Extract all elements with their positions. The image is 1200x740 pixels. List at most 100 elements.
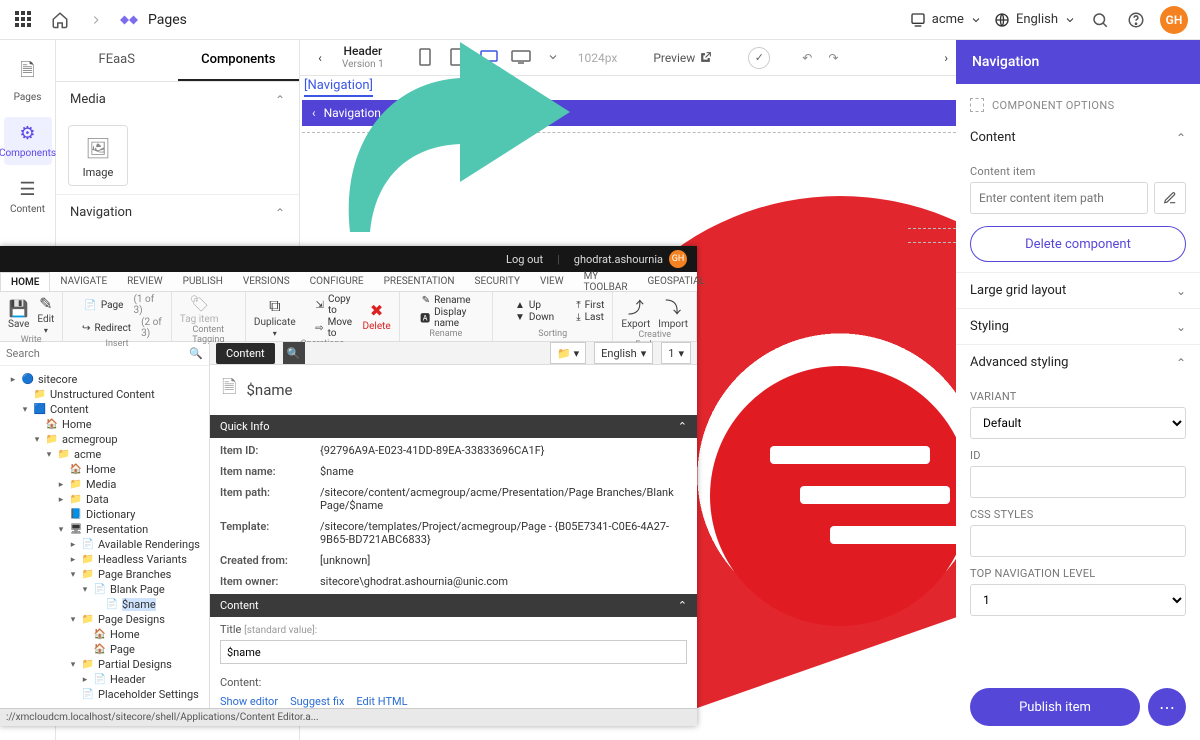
publish-more-button[interactable]: ⋯ <box>1148 688 1186 726</box>
sort-down[interactable]: ▼ Down <box>501 312 554 323</box>
tree-node[interactable]: 📄Placeholder Settings <box>4 687 209 702</box>
ribbon-tab-review[interactable]: REVIEW <box>117 272 173 291</box>
show-editor-link[interactable]: Show editor <box>220 695 278 708</box>
section-head-navigation[interactable]: Navigation ⌃ <box>56 194 299 230</box>
tree-node[interactable]: ▸📄Header <box>4 672 209 687</box>
rename-button[interactable]: ✎ Rename <box>408 295 484 306</box>
rail-item-content[interactable]: ☰ Content <box>4 173 52 221</box>
tree-node[interactable]: ▾🖥Presentation <box>4 522 209 537</box>
tree-node[interactable]: 🏠Page <box>4 642 209 657</box>
tab-components[interactable]: Components <box>178 40 300 81</box>
delete-component-button[interactable]: Delete component <box>970 226 1186 262</box>
ce-version-drop[interactable]: 1 ▾ <box>661 342 691 364</box>
ribbon-tab-view[interactable]: VIEW <box>530 272 574 291</box>
preview-button[interactable]: Preview <box>653 51 712 65</box>
ribbon-tab-presentation[interactable]: PRESENTATION <box>374 272 465 291</box>
ce-lang-drop[interactable]: English ▾ <box>594 342 653 364</box>
logout-link[interactable]: Log out <box>506 253 543 266</box>
tree-node[interactable]: 📄$name <box>4 597 209 612</box>
tag-item-button[interactable]: 🏷Tag item <box>180 294 219 325</box>
tree-node[interactable]: ▾📁Page Designs <box>4 612 209 627</box>
pick-content-item-button[interactable] <box>1154 182 1186 214</box>
site-selector[interactable]: acme <box>910 12 982 28</box>
ce-content-tab[interactable]: Content <box>216 343 275 364</box>
tree-node[interactable]: 🏠Home <box>4 627 209 642</box>
tree-node[interactable]: ▸📁Headless Variants <box>4 552 209 567</box>
tree-node[interactable]: ▾📁Partial Designs <box>4 657 209 672</box>
undo-icon[interactable]: ↶ <box>802 51 812 65</box>
search-icon[interactable] <box>1088 8 1112 32</box>
top-nav-level-select[interactable]: 1 <box>970 584 1186 616</box>
tab-feaas[interactable]: FEaaS <box>56 40 178 81</box>
import-button[interactable]: ⤵Import <box>658 294 688 330</box>
help-icon[interactable] <box>1124 8 1148 32</box>
rail-item-pages[interactable]: 🗎 Pages <box>4 52 52 109</box>
language-selector[interactable]: English <box>994 12 1076 28</box>
acc-styling[interactable]: Styling ⌄ <box>956 308 1200 344</box>
ce-content-head[interactable]: Content ⌃ <box>210 594 697 617</box>
acc-content[interactable]: Content ⌃ <box>956 120 1200 155</box>
section-head-media[interactable]: Media ⌃ <box>56 82 299 117</box>
ce-title-input[interactable] <box>220 640 687 664</box>
tree-node[interactable]: ▾🟦Content <box>4 402 209 417</box>
duplicate-button[interactable]: ⧉Duplicate▾ <box>254 296 296 338</box>
ribbon-tab-home[interactable]: HOME <box>0 272 50 291</box>
tree-node[interactable]: ▾📄Blank Page <box>4 582 209 597</box>
search-icon[interactable]: 🔍 <box>189 347 203 360</box>
ribbon-tab-configure[interactable]: CONFIGURE <box>300 272 374 291</box>
nav-next-icon[interactable]: › <box>944 51 948 65</box>
id-input[interactable] <box>970 466 1186 498</box>
ribbon-tab-publish[interactable]: PUBLISH <box>173 272 233 291</box>
tree-node[interactable]: ▾📁acmegroup <box>4 432 209 447</box>
variant-select[interactable]: Default <box>970 407 1186 439</box>
user-avatar[interactable]: GH <box>1160 6 1188 34</box>
home-icon[interactable] <box>48 8 72 32</box>
content-item-input[interactable] <box>970 182 1148 214</box>
suggest-fix-link[interactable]: Suggest fix <box>290 695 344 708</box>
sort-first[interactable]: ⤒ First <box>562 300 604 311</box>
tree-node[interactable]: ▸📁Media <box>4 477 209 492</box>
redo-icon[interactable]: ↷ <box>828 51 838 65</box>
css-styles-input[interactable] <box>970 525 1186 557</box>
ribbon-tab-navigate[interactable]: NAVIGATE <box>50 272 117 291</box>
delete-button[interactable]: ✖Delete <box>363 301 391 332</box>
tree-node[interactable]: 📁Unstructured Content <box>4 387 209 402</box>
app-launcher-icon[interactable] <box>12 8 36 32</box>
insert-page[interactable]: 📄 Page(1 of 3) <box>71 294 162 316</box>
rail-item-components[interactable]: ⚙ Components <box>4 117 52 165</box>
ce-search-tab[interactable]: 🔍 <box>283 342 305 364</box>
sort-last[interactable]: ⤓ Last <box>562 312 604 323</box>
ce-user[interactable]: ghodrat.ashournia GH <box>574 250 687 268</box>
save-button[interactable]: 💾Save <box>8 299 29 330</box>
export-button[interactable]: ⤴Export <box>621 294 650 330</box>
tree-node[interactable]: ▾📁Page Branches <box>4 567 209 582</box>
ribbon-tab-geospatial[interactable]: GEOSPATIAL <box>638 272 716 291</box>
move-to-button[interactable]: ⇨ Move to <box>304 317 355 339</box>
ce-folder-drop[interactable]: 📁 ▾ <box>550 342 586 364</box>
display-name-button[interactable]: 🅰 Display name <box>408 307 484 329</box>
publish-button[interactable]: Publish item <box>970 688 1140 726</box>
ce-tree[interactable]: ▸🔵sitecore📁Unstructured Content▾🟦Content… <box>0 366 209 708</box>
tree-node[interactable]: ▸📄Available Renderings <box>4 537 209 552</box>
copy-to-button[interactable]: ⇲ Copy to <box>304 294 355 316</box>
ribbon-tab-versions[interactable]: VERSIONS <box>233 272 300 291</box>
ribbon-tab-my-toolbar[interactable]: MY TOOLBAR <box>574 272 638 291</box>
tree-node[interactable]: 🏠Home <box>4 417 209 432</box>
sort-up[interactable]: ▲ Up <box>501 300 554 311</box>
acc-advanced-styling[interactable]: Advanced styling ⌃ <box>956 344 1200 380</box>
tree-node[interactable]: 🏠Home <box>4 462 209 477</box>
rg-operations: ⧉Duplicate▾ ⇲ Copy to ⇨ Move to ✖Delete … <box>246 292 400 341</box>
ce-quick-info-head[interactable]: Quick Info ⌃ <box>210 415 697 438</box>
tree-node[interactable]: ▾📁acme <box>4 447 209 462</box>
edit-button[interactable]: ✎Edit▾ <box>37 294 54 335</box>
ce-search-input[interactable] <box>6 347 183 360</box>
insert-redirect[interactable]: ↪ Redirect(2 of 3) <box>71 317 162 339</box>
tree-node[interactable]: 📘Dictionary <box>4 507 209 522</box>
check-status-icon[interactable]: ✓ <box>748 47 770 69</box>
acc-large-grid[interactable]: Large grid layout ⌄ <box>956 272 1200 308</box>
ribbon-tab-security[interactable]: SECURITY <box>465 272 530 291</box>
edit-html-link[interactable]: Edit HTML <box>356 695 407 708</box>
tree-node[interactable]: ▸🔵sitecore <box>4 372 209 387</box>
thumb-image[interactable]: 🖼 Image <box>68 125 128 186</box>
tree-node[interactable]: ▸📁Data <box>4 492 209 507</box>
